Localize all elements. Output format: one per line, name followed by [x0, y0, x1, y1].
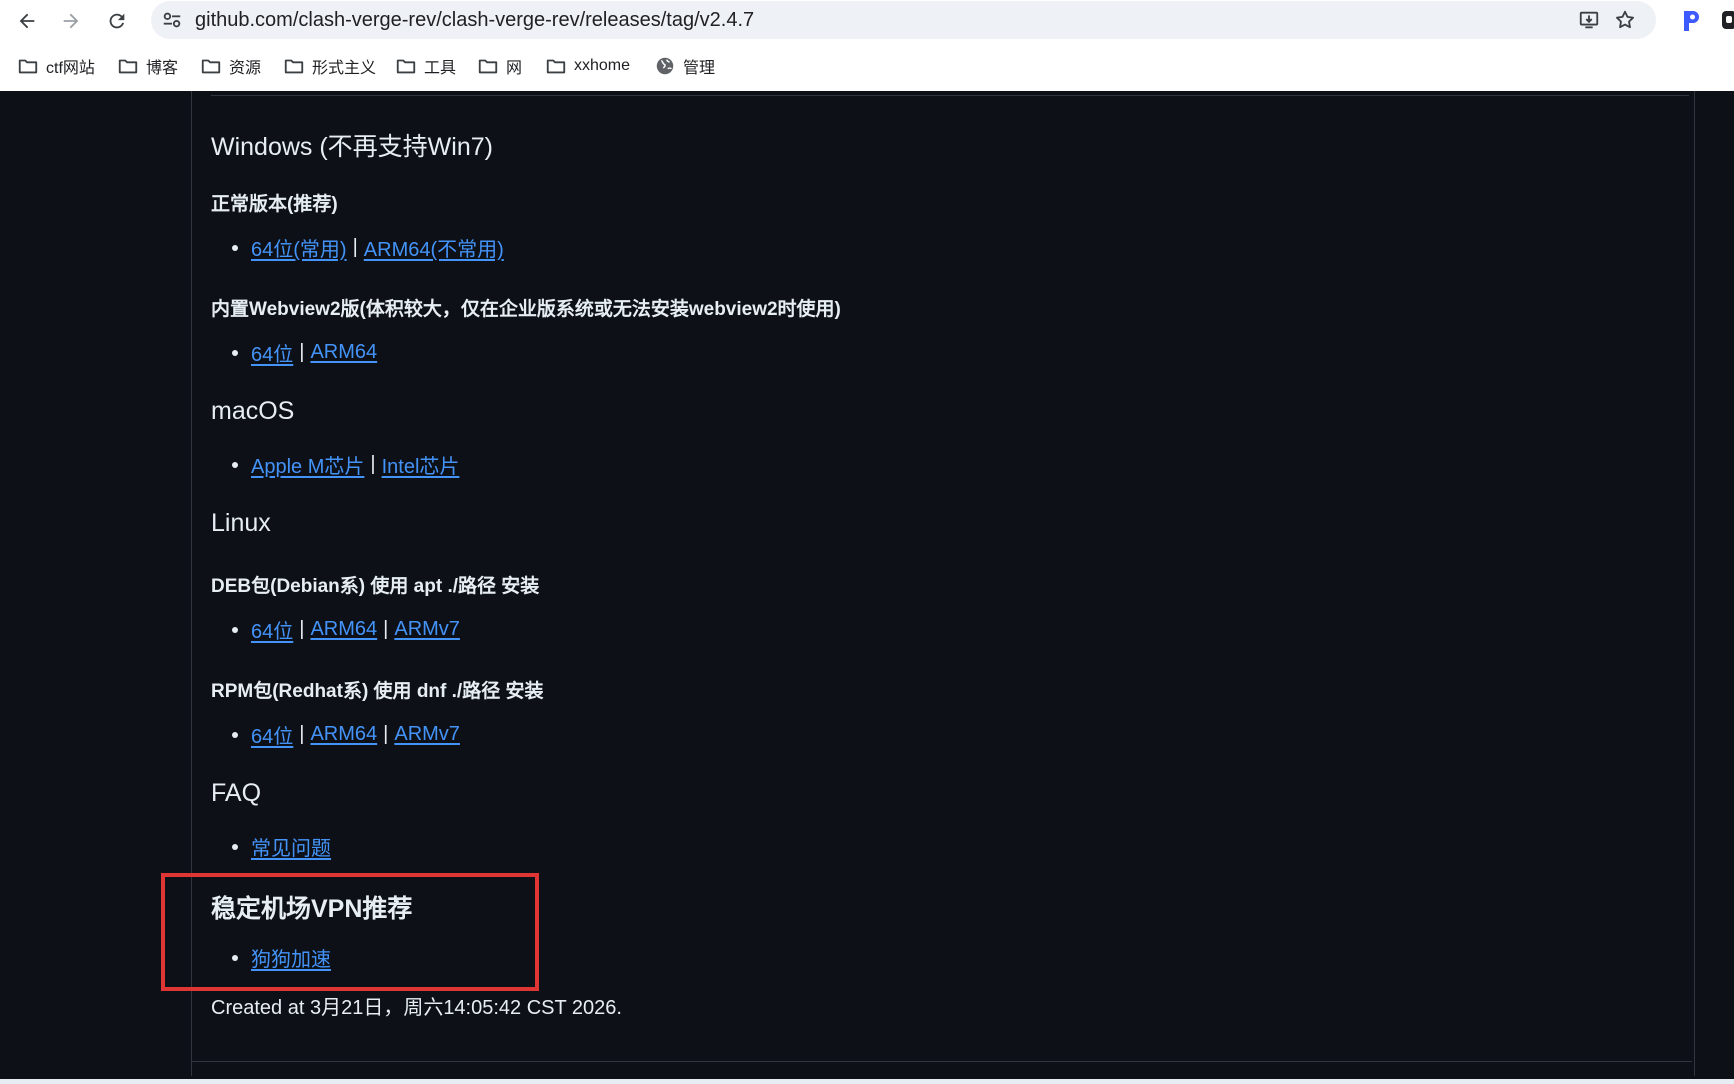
bookmark-formalism[interactable]: 形式主义 [283, 54, 376, 78]
bookmark-label: 网 [506, 60, 523, 77]
linux-rpm-heading: RPM包(Redhat系) 使用 dnf ./路径 安装 [211, 681, 544, 702]
bullet [232, 954, 238, 961]
url-text[interactable]: github.com/clash-verge-rev/clash-verge-r… [195, 9, 754, 32]
bookmark-label: 工具 [424, 60, 457, 77]
extension-icon[interactable] [1720, 9, 1734, 31]
list-item: 64位 | ARM64 | ARMv7 [232, 720, 460, 749]
extension-p-icon[interactable] [1680, 7, 1704, 33]
download-link-win-x64[interactable]: 64位(常用) [251, 233, 347, 262]
bookmark-label: 博客 [146, 60, 179, 77]
bookmark-star-icon[interactable] [1614, 9, 1636, 31]
linux-deb-heading: DEB包(Debian系) 使用 apt ./路径 安装 [211, 576, 540, 597]
bookmark-manage[interactable]: 管理 [654, 54, 715, 78]
divider [192, 1061, 1692, 1062]
folder-icon [201, 59, 221, 74]
download-link-rpm-armv7[interactable]: ARMv7 [394, 723, 460, 746]
bookmark-resources[interactable]: 资源 [200, 54, 261, 78]
download-link-mac-intel[interactable]: Intel芯片 [382, 450, 460, 479]
download-link-webview-arm64[interactable]: ARM64 [310, 341, 377, 364]
windows-normal-heading: 正常版本(推荐) [211, 194, 338, 215]
folder-icon [18, 59, 38, 74]
separator: | [383, 723, 389, 745]
install-app-icon[interactable] [1578, 9, 1600, 31]
bookmark-tools[interactable]: 工具 [395, 54, 456, 78]
bullet [232, 461, 238, 468]
folder-icon [546, 59, 566, 74]
release-notes-page: Windows (不再支持Win7) 正常版本(推荐) 64位(常用) | AR… [0, 91, 1734, 1084]
bookmark-label: ctf网站 [46, 60, 95, 77]
bullet [232, 626, 238, 633]
bullet [232, 843, 238, 850]
download-link-deb-arm64[interactable]: ARM64 [310, 618, 377, 641]
forward-button[interactable] [55, 5, 87, 37]
bookmark-ctf[interactable]: ctf网站 [17, 54, 95, 78]
faq-heading: FAQ [211, 779, 262, 807]
vpn-heading: 稳定机场VPN推荐 [211, 895, 413, 923]
globe-icon [656, 57, 674, 75]
vpn-link[interactable]: 狗狗加速 [251, 943, 331, 972]
separator: | [383, 618, 389, 640]
linux-heading: Linux [211, 509, 271, 537]
bullet [232, 349, 238, 356]
bookmark-label: xxhome [574, 57, 631, 74]
bookmark-web[interactable]: 网 [477, 54, 522, 78]
bullet [232, 244, 238, 251]
windows-heading: Windows (不再支持Win7) [211, 133, 493, 161]
arrow-left-icon [19, 13, 35, 29]
bookmark-xxhome[interactable]: xxhome [545, 54, 630, 78]
bookmarks-bar: ctf网站 博客 资源 形式主义 工具 网 xxhome 管理 [0, 50, 1734, 82]
bookmark-label: 管理 [683, 60, 716, 77]
download-link-win-arm64[interactable]: ARM64(不常用) [364, 233, 504, 262]
reload-button[interactable] [101, 5, 133, 37]
bookmark-label: 资源 [229, 60, 262, 77]
bullet [232, 731, 238, 738]
separator: | [299, 723, 305, 745]
windows-webview-heading: 内置Webview2版(体积较大，仅在企业版系统或无法安装webview2时使用… [211, 299, 841, 320]
list-item: Apple M芯片 | Intel芯片 [232, 450, 459, 479]
list-item: 64位(常用) | ARM64(不常用) [232, 233, 504, 262]
separator: | [299, 341, 305, 363]
arrow-right-icon [63, 13, 79, 29]
download-link-deb-armv7[interactable]: ARMv7 [394, 618, 460, 641]
browser-toolbar: github.com/clash-verge-rev/clash-verge-r… [0, 0, 1734, 92]
list-item: 常见问题 [232, 832, 331, 861]
folder-icon [284, 59, 304, 74]
bookmark-blog[interactable]: 博客 [117, 54, 178, 78]
faq-link[interactable]: 常见问题 [251, 832, 331, 861]
separator: | [352, 236, 358, 258]
created-timestamp: Created at 3月21日，周六14:05:42 CST 2026. [211, 997, 622, 1019]
separator: | [299, 618, 305, 640]
back-button[interactable] [11, 5, 43, 37]
folder-icon [478, 59, 498, 74]
divider [211, 95, 1689, 96]
download-link-rpm-x64[interactable]: 64位 [251, 720, 293, 749]
download-link-webview-x64[interactable]: 64位 [251, 338, 293, 367]
macos-heading: macOS [211, 397, 295, 425]
separator: | [370, 453, 376, 475]
download-link-mac-apple[interactable]: Apple M芯片 [251, 450, 364, 479]
folder-icon [396, 59, 416, 74]
download-link-rpm-arm64[interactable]: ARM64 [310, 723, 377, 746]
folder-icon [118, 59, 138, 74]
reload-icon [109, 13, 125, 29]
list-item: 64位 | ARM64 [232, 338, 377, 367]
list-item: 狗狗加速 [232, 943, 331, 972]
bookmark-label: 形式主义 [312, 60, 377, 77]
site-settings-icon[interactable] [161, 9, 183, 31]
download-link-deb-x64[interactable]: 64位 [251, 615, 293, 644]
list-item: 64位 | ARM64 | ARMv7 [232, 615, 460, 644]
address-bar[interactable]: github.com/clash-verge-rev/clash-verge-r… [151, 1, 1656, 39]
status-strip [0, 1079, 1734, 1084]
